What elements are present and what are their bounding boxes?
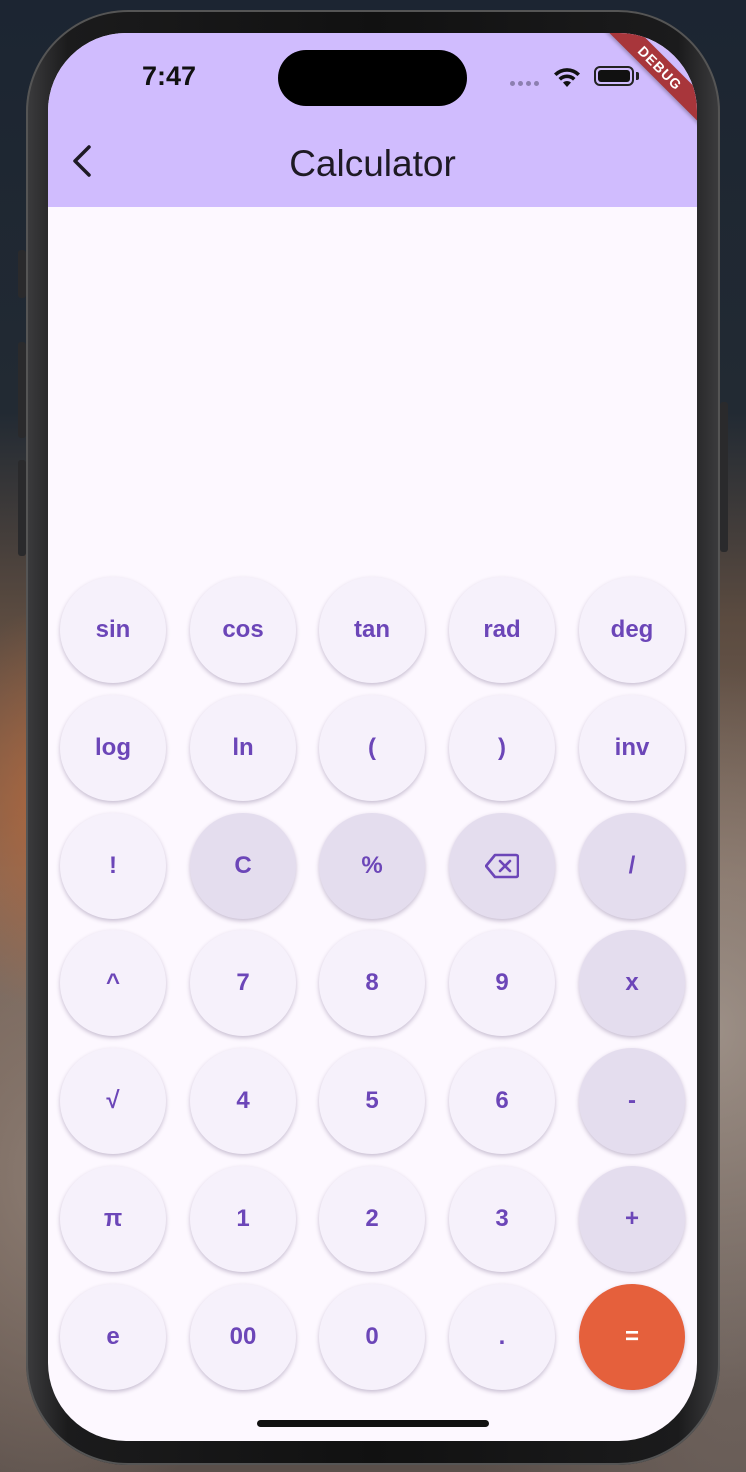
key-4[interactable]: 4	[190, 1048, 296, 1154]
key-label: 3	[495, 1205, 509, 1232]
key-deg[interactable]: deg	[579, 577, 685, 683]
key-label: 4	[236, 1087, 250, 1114]
key-label: (	[368, 734, 376, 761]
key-e[interactable]: e	[60, 1284, 166, 1390]
key-label: +	[624, 1205, 639, 1232]
key-label: 1	[236, 1205, 250, 1232]
home-indicator[interactable]	[257, 1420, 489, 1427]
key-label: .	[498, 1323, 506, 1350]
power-button	[720, 402, 728, 552]
key-label: rad	[483, 616, 521, 643]
backspace-button[interactable]	[449, 813, 555, 919]
key-label: π	[103, 1205, 123, 1232]
keypad: sin cos tan rad deg log ln () inv! C% / ^ 7 8 9 x √ 4 5 6 - π…	[48, 33, 697, 1441]
key-3[interactable]: 3	[449, 1166, 555, 1272]
key-divide[interactable]: /	[579, 813, 685, 919]
key-log[interactable]: log	[60, 695, 166, 801]
key-label: sin	[95, 616, 131, 643]
key-label: 5	[365, 1087, 379, 1114]
key-label: /	[628, 852, 636, 879]
key-label: 8	[365, 969, 379, 996]
key-6[interactable]: 6	[449, 1048, 555, 1154]
key-ln[interactable]: ln	[190, 695, 296, 801]
volume-up-button	[18, 342, 26, 438]
key-open-paren[interactable]: (	[319, 695, 425, 801]
key-label: 00	[229, 1323, 257, 1350]
key-label: tan	[354, 616, 390, 643]
key-label: e	[106, 1323, 120, 1350]
key-clear[interactable]: C	[190, 813, 296, 919]
key-label: cos	[222, 616, 264, 643]
key-sqrt[interactable]: √	[60, 1048, 166, 1154]
key-rad[interactable]: rad	[449, 577, 555, 683]
key-label: %	[361, 852, 383, 879]
key-minus[interactable]: -	[579, 1048, 685, 1154]
key-9[interactable]: 9	[449, 930, 555, 1036]
key-inv[interactable]: inv	[579, 695, 685, 801]
key-label: deg	[610, 616, 654, 643]
key-equals[interactable]: =	[579, 1284, 685, 1390]
key-label: log	[95, 734, 131, 761]
key-pi[interactable]: π	[60, 1166, 166, 1272]
key-1[interactable]: 1	[190, 1166, 296, 1272]
key-sin[interactable]: sin	[60, 577, 166, 683]
key-label: -	[628, 1087, 636, 1114]
key-label: 9	[495, 969, 509, 996]
key-multiply[interactable]: x	[579, 930, 685, 1036]
action-button	[18, 250, 26, 298]
key-label: x	[625, 969, 639, 996]
key-label: 0	[365, 1323, 379, 1350]
key-label: C	[234, 852, 252, 879]
key-label: !	[109, 852, 117, 879]
key-power[interactable]: ^	[60, 930, 166, 1036]
key-2[interactable]: 2	[319, 1166, 425, 1272]
key-label: 6	[495, 1087, 509, 1114]
backspace-icon	[485, 853, 519, 879]
volume-down-button	[18, 460, 26, 556]
phone-screen: 7:47 Calculator DEBUG sin cos tan rad deg log…	[48, 33, 697, 1441]
key-label: inv	[614, 734, 650, 761]
key-label: )	[498, 734, 506, 761]
key-label: √	[106, 1087, 120, 1114]
key-percent[interactable]: %	[319, 813, 425, 919]
key-label: 7	[236, 969, 250, 996]
key-5[interactable]: 5	[319, 1048, 425, 1154]
key-label: ln	[232, 734, 254, 761]
key-label: =	[624, 1323, 639, 1350]
key-8[interactable]: 8	[319, 930, 425, 1036]
key-cos[interactable]: cos	[190, 577, 296, 683]
key-factorial[interactable]: !	[60, 813, 166, 919]
key-tan[interactable]: tan	[319, 577, 425, 683]
key-plus[interactable]: +	[579, 1166, 685, 1272]
key-decimal[interactable]: .	[449, 1284, 555, 1390]
key-label: 2	[365, 1205, 379, 1232]
key-0[interactable]: 0	[319, 1284, 425, 1390]
key-00[interactable]: 00	[190, 1284, 296, 1390]
key-close-paren[interactable]: )	[449, 695, 555, 801]
key-label: ^	[105, 969, 120, 996]
key-7[interactable]: 7	[190, 930, 296, 1036]
